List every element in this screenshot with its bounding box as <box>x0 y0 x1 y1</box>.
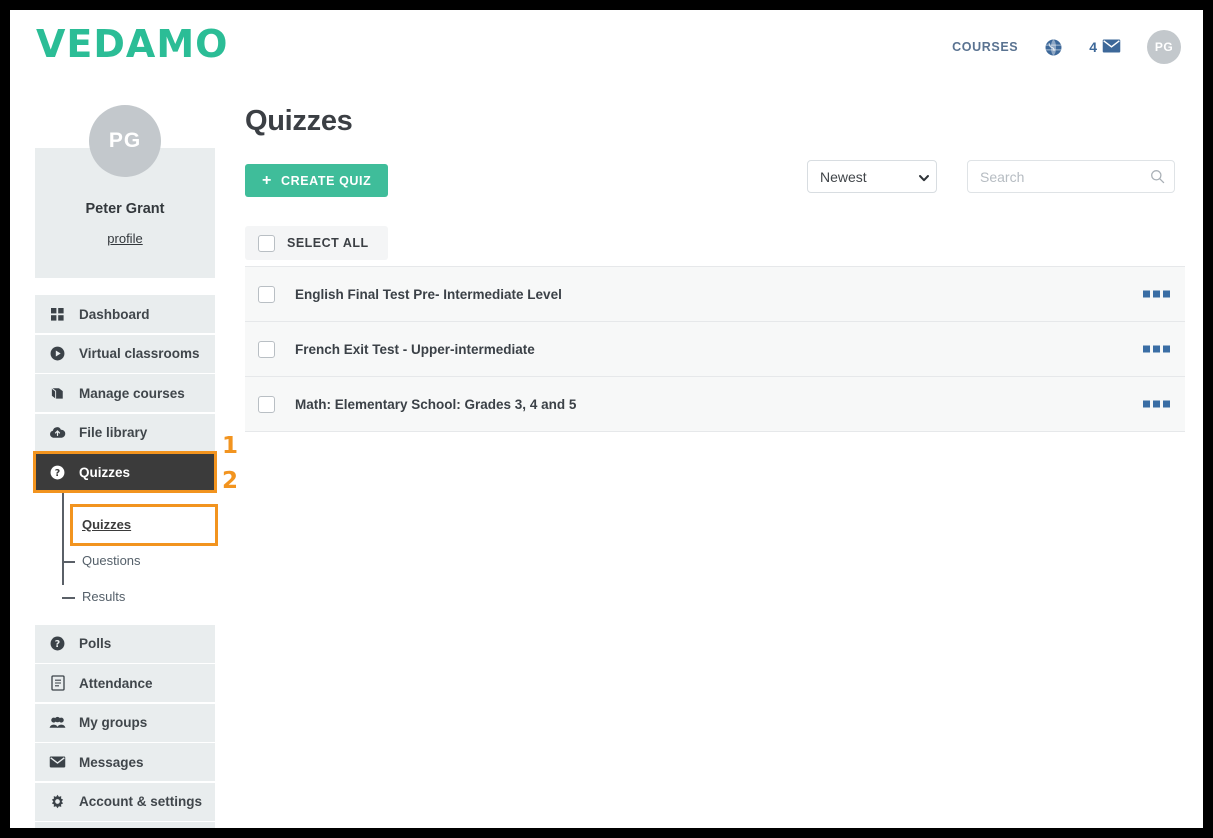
sidebar-item-my-groups[interactable]: My groups <box>35 703 215 742</box>
svg-text:?: ? <box>55 467 60 478</box>
grid-icon <box>49 307 66 321</box>
table-row[interactable]: French Exit Test - Upper-intermediate <box>245 322 1185 377</box>
nav-courses-link[interactable]: COURSES <box>952 40 1018 54</box>
header-nav: COURSES 4 PG <box>952 30 1181 64</box>
envelope-icon <box>49 756 66 768</box>
cloud-upload-icon <box>49 426 66 439</box>
quiz-title: English Final Test Pre- Intermediate Lev… <box>295 286 562 302</box>
sidebar-item-label: Quizzes <box>79 464 131 480</box>
callout-number-1: 1 <box>222 433 239 459</box>
sidebar-item-label: Messages <box>79 754 144 770</box>
vedamo-logo[interactable]: VEDAMO <box>36 22 228 66</box>
sidebar-item-label: Account & settings <box>79 794 203 809</box>
sidebar-item-messages[interactable]: Messages <box>35 743 215 781</box>
submenu-item-label: Results <box>82 589 126 604</box>
table-row[interactable]: Math: Elementary School: Grades 3, 4 and… <box>245 377 1185 432</box>
submenu-item-label: Quizzes <box>82 517 132 532</box>
tree-branch <box>62 596 75 599</box>
messages-count: 4 <box>1089 39 1097 55</box>
sidebar-item-file-library[interactable]: File library <box>35 413 215 452</box>
messages-indicator[interactable]: 4 <box>1089 39 1121 56</box>
create-quiz-label: CREATE QUIZ <box>280 173 372 188</box>
row-actions-menu[interactable] <box>1143 345 1170 353</box>
sidebar-item-polls[interactable]: ? Polls <box>35 624 215 663</box>
main-content: Quizzes + CREATE QUIZ Newest Search SELE… <box>245 105 1185 432</box>
submenu-item-results[interactable]: Results <box>35 579 215 615</box>
app-window: VEDAMO COURSES 4 PG PG Peter Grant profi… <box>10 10 1203 828</box>
svg-text:?: ? <box>55 639 60 650</box>
sidebar-item-label: My groups <box>79 715 148 730</box>
sidebar-item-label: Attendance <box>79 675 153 691</box>
avatar: PG <box>89 105 161 177</box>
select-all-label: SELECT ALL <box>287 236 369 250</box>
play-circle-icon <box>49 346 66 361</box>
page-title: Quizzes <box>245 105 353 137</box>
sidebar-item-account-settings[interactable]: Account & settings <box>35 782 215 821</box>
sidebar: PG Peter Grant profile Dashboard Virtual… <box>33 105 218 828</box>
question-circle-icon: ? <box>49 636 66 651</box>
sidebar-item-manage-courses[interactable]: Manage courses <box>35 374 215 412</box>
globe-icon[interactable] <box>1044 38 1063 57</box>
row-checkbox[interactable] <box>258 285 275 303</box>
sidebar-item-label: Dashboard <box>79 306 150 322</box>
profile-card: PG Peter Grant profile <box>35 105 215 278</box>
document-icon <box>49 675 66 691</box>
sidebar-item-label: File library <box>79 425 148 440</box>
sidebar-item-attendance[interactable]: Attendance <box>35 664 215 702</box>
submenu-item-questions[interactable]: Questions <box>35 543 215 579</box>
sidebar-item-virtual-classrooms[interactable]: Virtual classrooms <box>35 334 215 373</box>
search-icon <box>1150 169 1165 189</box>
sidebar-item-label: Polls <box>79 636 112 651</box>
book-icon <box>49 386 66 401</box>
table-row[interactable]: English Final Test Pre- Intermediate Lev… <box>245 267 1185 322</box>
sidebar-item-label: Manage courses <box>79 385 185 401</box>
gear-icon <box>49 794 66 809</box>
select-all-checkbox[interactable] <box>258 234 275 252</box>
search-input[interactable] <box>968 161 1146 192</box>
callout-number-2: 2 <box>222 468 239 494</box>
search-field[interactable] <box>967 160 1175 193</box>
select-all-control[interactable]: SELECT ALL <box>245 226 388 260</box>
row-actions-menu[interactable] <box>1143 400 1170 408</box>
plus-icon: + <box>262 171 272 189</box>
sidebar-item-dashboard[interactable]: Dashboard <box>35 295 215 333</box>
row-checkbox[interactable] <box>258 395 275 413</box>
create-quiz-button[interactable]: + CREATE QUIZ <box>245 164 389 197</box>
sort-select[interactable]: Newest <box>807 160 937 193</box>
sidebar-item-quizzes[interactable]: ? Quizzes <box>33 451 217 493</box>
tree-branch <box>62 560 75 563</box>
submenu-item-label: Questions <box>82 553 141 568</box>
users-icon <box>49 716 66 729</box>
row-actions-menu[interactable] <box>1143 290 1170 298</box>
sidebar-item-label: Virtual classrooms <box>79 346 200 361</box>
top-header: VEDAMO COURSES 4 PG <box>10 10 1203 78</box>
quiz-title: French Exit Test - Upper-intermediate <box>295 341 535 357</box>
toolbar: + CREATE QUIZ Newest <box>245 160 1175 204</box>
quiz-list: English Final Test Pre- Intermediate Lev… <box>245 266 1185 432</box>
envelope-icon <box>1102 39 1121 56</box>
row-checkbox[interactable] <box>258 340 275 358</box>
header-avatar[interactable]: PG <box>1147 30 1181 64</box>
sidebar-item-orders[interactable]: Orders <box>35 822 215 828</box>
select-all-row: SELECT ALL <box>245 226 1185 262</box>
question-circle-icon: ? <box>49 465 66 480</box>
sidebar-menu: Dashboard Virtual classrooms Manage cour… <box>33 295 218 828</box>
profile-link[interactable]: profile <box>35 231 215 246</box>
quiz-title: Math: Elementary School: Grades 3, 4 and… <box>295 396 577 412</box>
quizzes-submenu: Quizzes Questions Results <box>35 492 218 625</box>
profile-name: Peter Grant <box>85 201 165 217</box>
submenu-item-quizzes[interactable]: Quizzes <box>70 503 218 546</box>
